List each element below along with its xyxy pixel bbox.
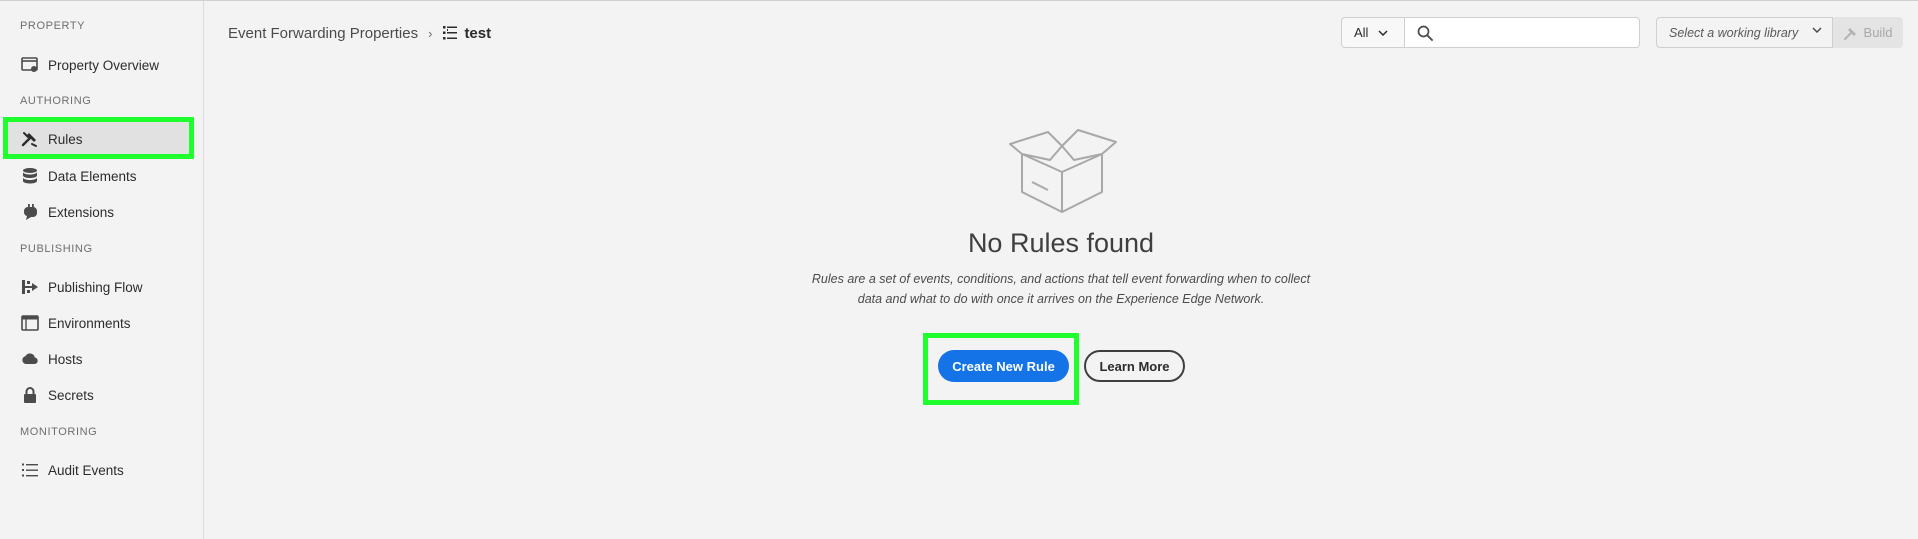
section-header-property: PROPERTY [20,20,86,32]
chevron-right-icon: › [428,25,433,41]
sidebar-item-data-elements[interactable]: Data Elements [6,158,191,194]
property-list-icon [442,25,458,41]
section-header-publishing: PUBLISHING [20,243,93,255]
working-library-select[interactable]: Select a working library [1656,17,1833,48]
sidebar-item-label: Property Overview [48,57,160,73]
search-field[interactable] [1404,17,1640,48]
filter-select[interactable]: All [1341,17,1404,48]
sidebar-item-hosts[interactable]: Hosts [6,341,191,377]
filter-value: All [1354,25,1369,40]
sidebar: PROPERTY Property Overview AUTHORING Rul… [0,1,204,539]
sidebar-item-audit-events[interactable]: Audit Events [6,452,191,488]
sidebar-item-label: Extensions [48,204,115,220]
top-border [0,0,1918,1]
lock-icon [20,385,40,405]
chevron-down-icon [1378,29,1388,36]
empty-box-icon [1004,128,1120,216]
search-icon [1417,25,1433,41]
build-button[interactable]: Build [1833,17,1903,48]
empty-state-title: No Rules found [967,228,1155,258]
sidebar-item-secrets[interactable]: Secrets [6,377,191,413]
learn-more-button[interactable]: Learn More [1084,350,1185,382]
breadcrumb: Event Forwarding Properties › test [228,22,491,44]
sidebar-item-environments[interactable]: Environments [6,305,191,341]
sidebar-item-label: Data Elements [48,168,137,184]
empty-state-description: Rules are a set of events, conditions, a… [786,269,1336,309]
sidebar-item-label: Rules [48,131,83,147]
sidebar-item-extensions[interactable]: Extensions [6,194,191,230]
sidebar-item-label: Hosts [48,351,83,367]
sidebar-item-label: Environments [48,315,131,331]
cloud-icon [20,349,40,369]
list-icon [20,460,40,480]
library-placeholder: Select a working library [1669,25,1799,40]
create-new-rule-button[interactable]: Create New Rule [938,350,1069,382]
empty-state-description-line: Rules are a set of events, conditions, a… [811,272,1311,286]
sidebar-item-publishing-flow[interactable]: Publishing Flow [6,269,191,305]
sidebar-item-label: Secrets [48,387,94,403]
sidebar-item-rules[interactable]: Rules [6,121,191,157]
build-label: Build [1863,25,1893,40]
section-header-authoring: AUTHORING [20,95,92,107]
section-header-monitoring: MONITORING [20,426,98,438]
extensions-icon [20,202,40,222]
data-elements-icon [20,166,40,186]
breadcrumb-parent-link[interactable]: Event Forwarding Properties [228,25,418,42]
breadcrumb-current: test [464,24,492,42]
empty-state-description-line: data and what to do with once it arrives… [857,292,1265,306]
publishing-flow-icon [20,277,40,297]
rules-icon [20,129,40,149]
sidebar-item-label: Audit Events [48,462,124,478]
search-input[interactable] [1441,18,1631,47]
sidebar-item-label: Publishing Flow [48,279,143,295]
sidebar-item-property-overview[interactable]: Property Overview [6,47,191,83]
hammer-icon [1843,26,1858,40]
chevron-down-icon [1812,27,1822,33]
environments-icon [20,313,40,333]
property-overview-icon [20,55,40,75]
